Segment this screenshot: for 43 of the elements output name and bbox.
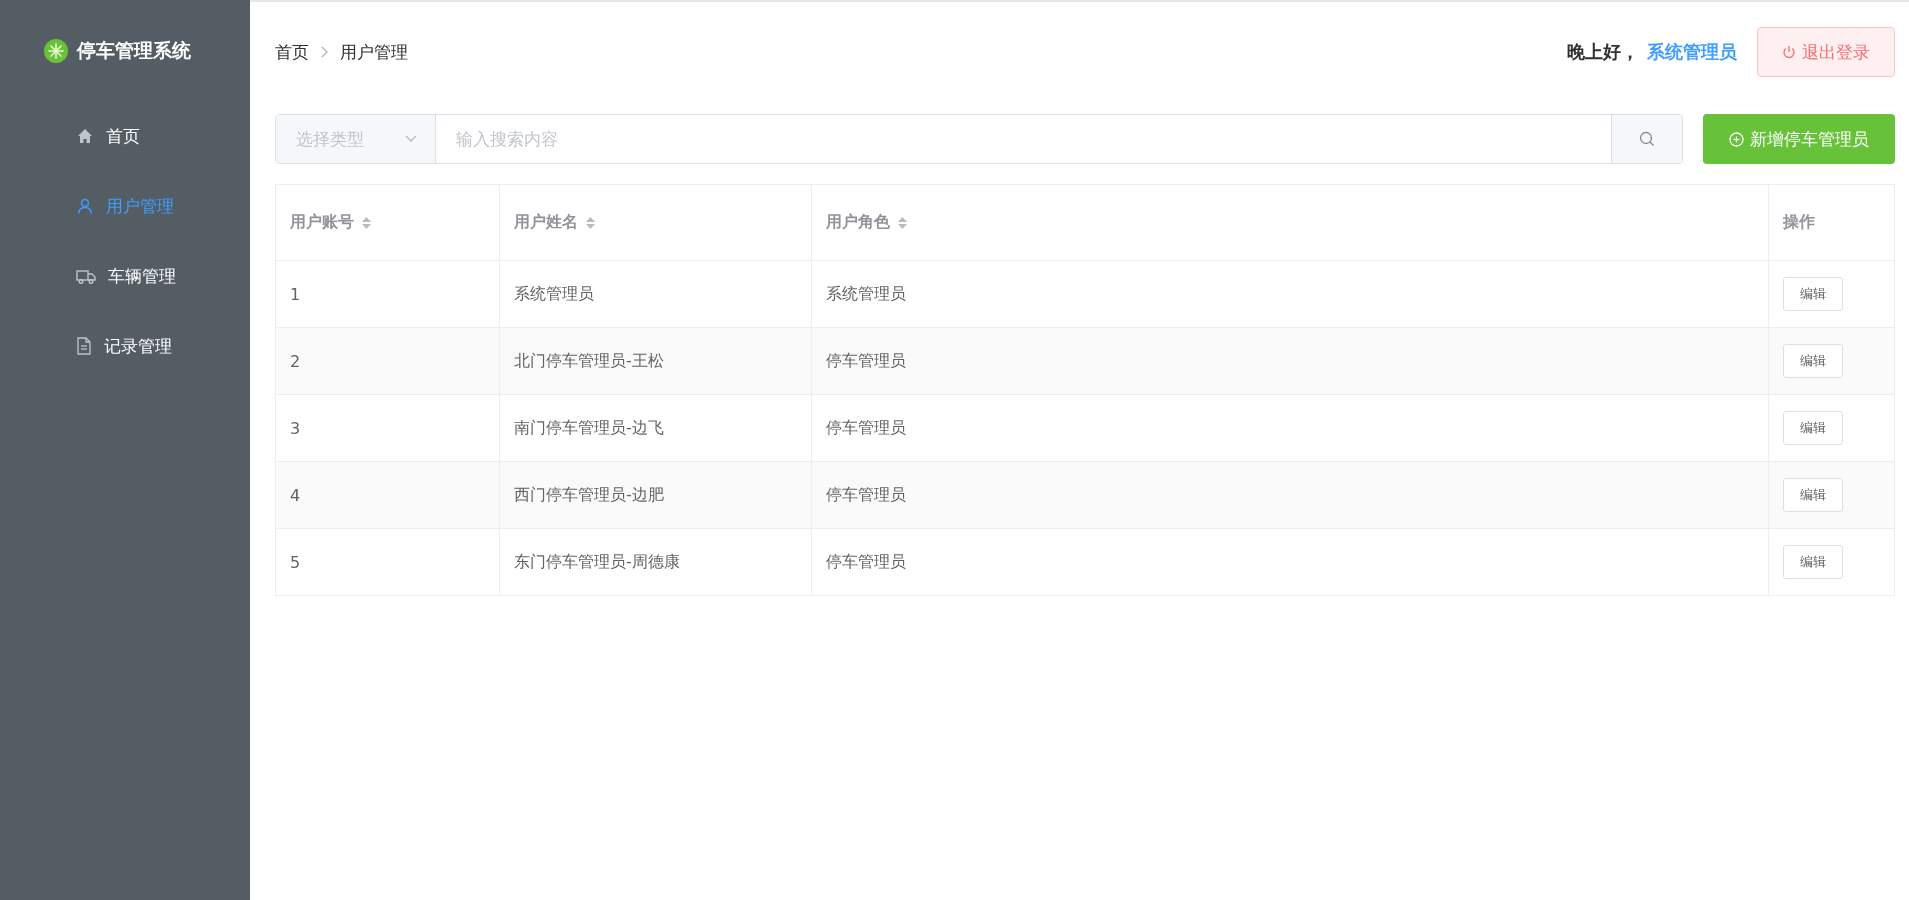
table-cell: 南门停车管理员-边飞 (514, 417, 664, 439)
document-icon (76, 337, 92, 355)
username-text: 系统管理员 (1647, 40, 1737, 64)
search-button[interactable] (1611, 115, 1682, 163)
edit-button[interactable]: 编辑 (1783, 545, 1843, 579)
user-icon (76, 197, 94, 215)
table-cell: 4 (290, 485, 301, 505)
greeting-text: 晚上好， (1567, 40, 1639, 64)
sidebar-item[interactable]: 车辆管理 (0, 241, 250, 311)
truck-icon (76, 267, 96, 285)
edit-button[interactable]: 编辑 (1783, 344, 1843, 378)
sidebar-item[interactable]: 首页 (0, 101, 250, 171)
table-cell: 停车管理员 (826, 484, 906, 506)
table-cell: 北门停车管理员-王松 (514, 350, 664, 372)
edit-button[interactable]: 编辑 (1783, 478, 1843, 512)
logo-icon (43, 38, 69, 64)
edit-button[interactable]: 编辑 (1783, 411, 1843, 445)
sort-icon[interactable] (586, 216, 595, 229)
edit-button[interactable]: 编辑 (1783, 277, 1843, 311)
table-cell: 1 (290, 284, 301, 304)
caret-icon (405, 135, 417, 143)
breadcrumb-link[interactable]: 首页 (275, 40, 309, 64)
table-cell: 停车管理员 (826, 417, 906, 439)
table-cell: 停车管理员 (826, 350, 906, 372)
sidebar-item[interactable]: 记录管理 (0, 311, 250, 381)
sort-icon[interactable] (898, 216, 907, 229)
table-cell: 5 (290, 552, 301, 572)
search-icon (1639, 131, 1655, 147)
plus-circle-icon (1729, 131, 1744, 147)
table-cell: 系统管理员 (826, 283, 906, 305)
home-icon (76, 127, 94, 145)
chevron-icon (321, 46, 328, 58)
column-header: 操作 (1783, 212, 1815, 233)
table-cell: 3 (290, 418, 301, 438)
table-cell: 停车管理员 (826, 551, 906, 573)
table-cell: 西门停车管理员-边肥 (514, 484, 664, 506)
table-cell: 2 (290, 351, 301, 371)
sort-icon[interactable] (362, 216, 371, 229)
app-title: 停车管理系统 (77, 38, 191, 63)
power-icon (1782, 45, 1796, 59)
breadcrumb-link[interactable]: 用户管理 (340, 40, 408, 64)
table-cell: 东门停车管理员-周德康 (514, 551, 680, 573)
table-cell: 系统管理员 (514, 283, 594, 305)
